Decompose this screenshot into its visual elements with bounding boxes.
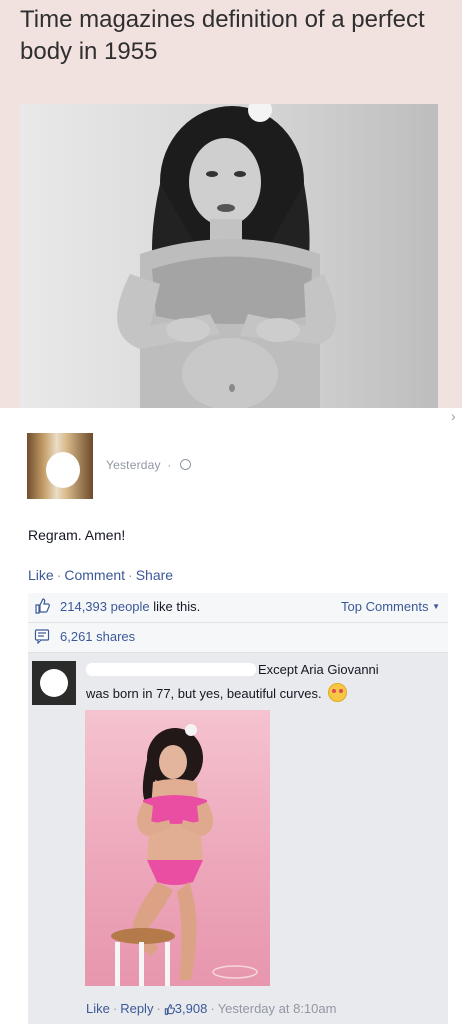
comment-like-count[interactable]: 3,908 — [175, 1001, 208, 1016]
comment-timestamp[interactable]: Yesterday at 8:10am — [218, 1001, 337, 1016]
thumbs-up-icon — [35, 598, 50, 614]
vintage-photo — [20, 104, 438, 408]
meme-image: Time magazines definition of a perfect b… — [0, 0, 462, 408]
caret-down-icon: ▼ — [432, 602, 440, 611]
shares-row: 6,261 shares — [28, 623, 448, 653]
chevron-right-icon[interactable]: › — [451, 408, 456, 424]
redacted-face — [40, 669, 68, 697]
share-link[interactable]: Share — [136, 567, 173, 583]
commenter-avatar[interactable] — [32, 661, 76, 705]
separator-dot: · — [112, 1001, 118, 1016]
comment-text-line1: Except Aria Giovanni — [258, 662, 379, 677]
thumbs-up-icon — [164, 1004, 175, 1015]
share-icon — [34, 629, 50, 644]
post-timestamp[interactable]: Yesterday · — [106, 458, 192, 472]
comment-text-line2: was born in 77, but yes, beautiful curve… — [86, 683, 348, 702]
redacted-commenter-name[interactable] — [86, 663, 256, 676]
likes-summary: 214,393 people like this. — [60, 599, 200, 614]
poster-avatar[interactable] — [27, 433, 93, 499]
likes-suffix: like this. — [149, 599, 201, 614]
shares-link[interactable]: 6,261 shares — [60, 629, 135, 644]
comment-actions: Like · Reply · 3,908 · Yesterday at 8:10am — [86, 1001, 336, 1016]
comment-photo[interactable] — [85, 710, 270, 986]
separator-dot: · — [167, 458, 172, 472]
separator-dot: · — [210, 1001, 215, 1016]
like-link[interactable]: Like — [28, 567, 54, 583]
post-actions: Like · Comment · Share — [28, 567, 173, 583]
feedback-panel: 214,393 people like this. Top Comments ▼… — [28, 593, 448, 1024]
top-comments-dropdown[interactable]: Top Comments ▼ — [341, 599, 440, 614]
comment-link[interactable]: Comment — [64, 567, 125, 583]
comment-reply-link[interactable]: Reply — [120, 1001, 153, 1016]
separator-dot: · — [56, 567, 62, 583]
separator-dot: · — [156, 1001, 161, 1016]
comment-text-line2-text: was born in 77, but yes, beautiful curve… — [86, 686, 322, 701]
redacted-face — [46, 452, 80, 488]
comment-like-link[interactable]: Like — [86, 1001, 110, 1016]
likes-row: 214,393 people like this. Top Comments ▼ — [28, 593, 448, 623]
globe-icon — [180, 459, 192, 470]
heart-eyes-emoji-icon — [328, 683, 348, 702]
post-timestamp-text[interactable]: Yesterday — [106, 458, 161, 472]
separator-dot: · — [128, 567, 133, 583]
meme-title: Time magazines definition of a perfect b… — [20, 6, 425, 65]
top-comments-label[interactable]: Top Comments — [341, 599, 428, 614]
likes-count-link[interactable]: 214,393 people — [60, 599, 150, 614]
post-text: Regram. Amen! — [28, 527, 126, 543]
